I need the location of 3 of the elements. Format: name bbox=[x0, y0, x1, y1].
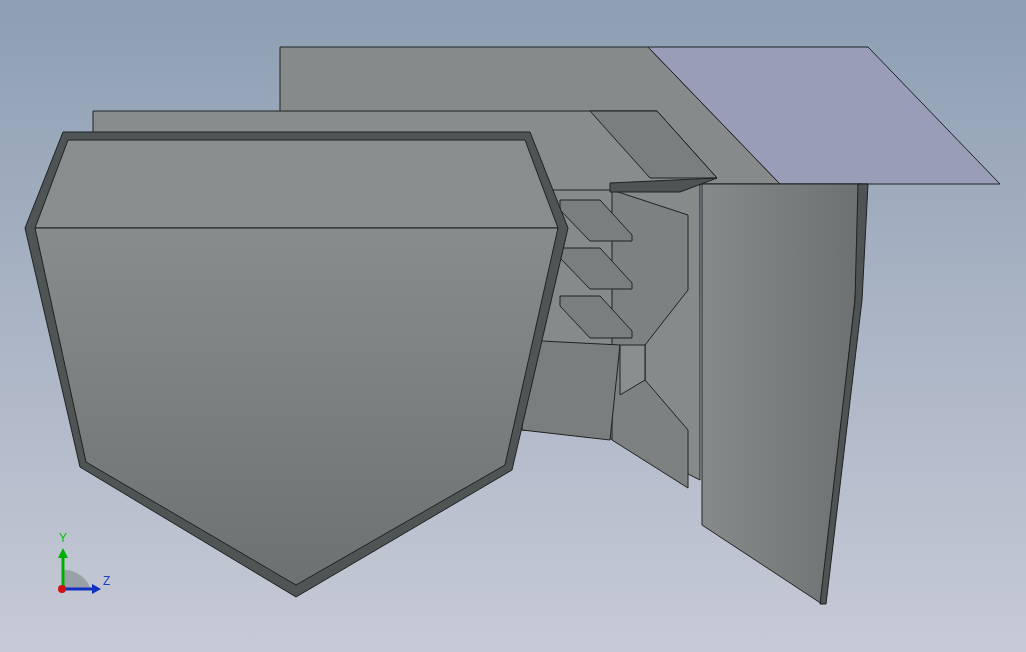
axis-triad-icon bbox=[58, 548, 101, 594]
axis-label: Z bbox=[103, 575, 111, 587]
axis-label: Y bbox=[59, 532, 67, 544]
